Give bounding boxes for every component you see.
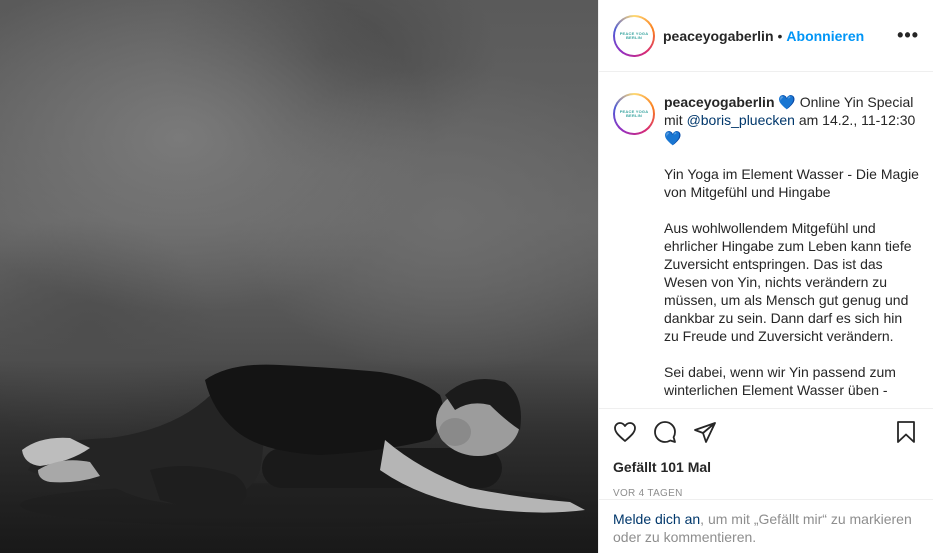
brand-logo: PEACE YOGA BERLIN: [619, 109, 649, 118]
caption-text: peaceyogaberlin 💙 Online Yin Special mit…: [664, 93, 920, 408]
brand-logo: PEACE YOGA BERLIN: [619, 30, 649, 40]
share-icon[interactable]: [693, 419, 719, 445]
comments-section: PEACE YOGA BERLIN peaceyogaberlin 💙 Onli…: [599, 73, 933, 408]
blue-heart-icon: 💙: [778, 94, 796, 110]
caption-paragraph: Aus wohlwollendem Mitgefühl und ehrliche…: [664, 220, 912, 344]
separator-dot: •: [777, 27, 783, 44]
more-options-icon[interactable]: •••: [897, 25, 919, 46]
post-sidebar: PEACE YOGA BERLIN peaceyogaberlin • Abon…: [598, 0, 933, 553]
caption-username[interactable]: peaceyogaberlin: [664, 94, 775, 110]
post-header: PEACE YOGA BERLIN peaceyogaberlin • Abon…: [599, 0, 933, 72]
comment-icon[interactable]: [653, 419, 679, 445]
post-actions: Gefällt 101 Mal VOR 4 TAGEN: [599, 408, 933, 499]
caption-paragraph: Yin Yoga im Element Wasser - Die Magie v…: [664, 166, 919, 200]
login-link[interactable]: Melde dich an: [613, 511, 700, 527]
caption-intro: peaceyogaberlin 💙 Online Yin Special mit…: [664, 93, 920, 147]
post-photo[interactable]: [0, 0, 598, 553]
follow-button[interactable]: Abonnieren: [786, 28, 864, 44]
action-bar: [613, 417, 920, 447]
author-username[interactable]: peaceyogaberlin: [663, 28, 774, 44]
post-timestamp[interactable]: VOR 4 TAGEN: [613, 488, 920, 499]
caption: PEACE YOGA BERLIN peaceyogaberlin 💙 Onli…: [613, 93, 920, 408]
bookmark-icon[interactable]: [894, 419, 920, 445]
mention-link[interactable]: @boris_pluecken: [687, 112, 795, 128]
caption-paragraph: Sei dabei, wenn wir Yin passend zum wint…: [664, 364, 896, 398]
person-figure: [20, 364, 585, 527]
avatar[interactable]: PEACE YOGA BERLIN: [613, 14, 655, 57]
likes-count[interactable]: Gefällt 101 Mal: [613, 459, 920, 475]
blue-heart-icon: 💙: [664, 130, 682, 146]
heart-icon[interactable]: [613, 419, 639, 445]
caption-intro-tail: am 14.2., 11-12:30: [794, 112, 916, 128]
login-prompt: Melde dich an, um mit „Gefällt mir“ zu m…: [599, 499, 933, 553]
caption-avatar[interactable]: PEACE YOGA BERLIN: [613, 93, 655, 135]
